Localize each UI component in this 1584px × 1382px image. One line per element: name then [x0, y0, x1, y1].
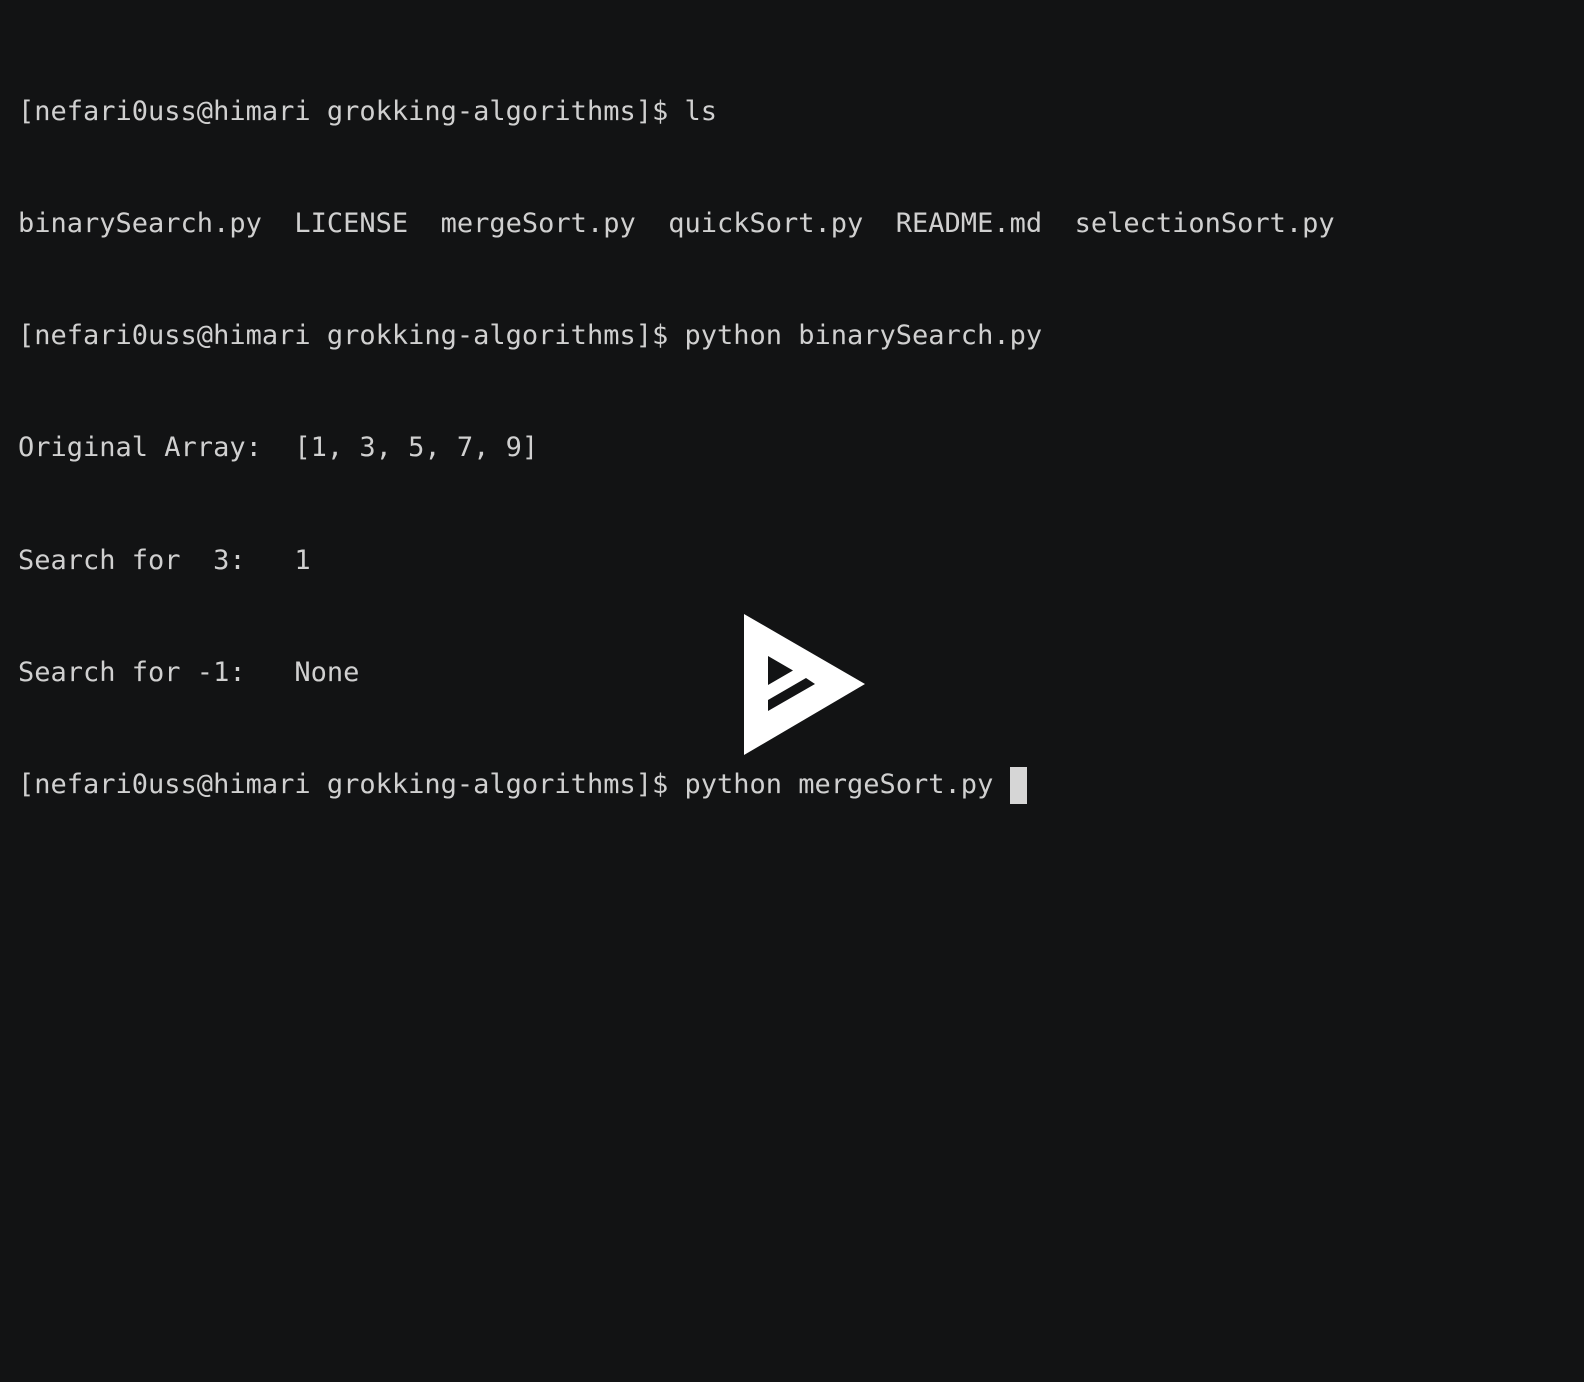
- terminal-output: [nefari0uss@himari grokking-algorithms]$…: [18, 18, 1335, 878]
- terminal-line: Search for -1: None: [18, 656, 360, 688]
- terminal-line: Original Array: [1, 3, 5, 7, 9]: [18, 432, 539, 464]
- terminal-line: [nefari0uss@himari grokking-algorithms]$…: [18, 320, 1043, 352]
- terminal-player[interactable]: [nefari0uss@himari grokking-algorithms]$…: [0, 0, 1584, 1382]
- terminal-line: binarySearch.py LICENSE mergeSort.py qui…: [18, 208, 1335, 240]
- asciinema-play-icon: [744, 614, 865, 755]
- terminal-line: Search for 3: 1: [18, 544, 311, 576]
- terminal-line: [nefari0uss@himari grokking-algorithms]$…: [18, 95, 717, 127]
- terminal-cursor: [1009, 767, 1027, 805]
- terminal-prompt-line: [nefari0uss@himari grokking-algorithms]$…: [18, 766, 1335, 805]
- terminal-line-text: [nefari0uss@himari grokking-algorithms]$…: [18, 769, 1010, 801]
- play-button[interactable]: [744, 614, 865, 755]
